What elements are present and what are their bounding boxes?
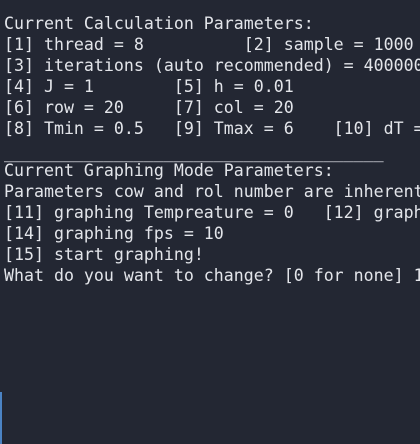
param-line-graphing-fps: [14] graphing fps = 10	[4, 224, 224, 243]
param-line-row-col: [6] row = 20 [7] col = 20	[4, 98, 294, 117]
window-edge-accent	[0, 392, 2, 444]
param-line-j-h: [4] J = 1 [5] h = 0.01	[4, 77, 294, 96]
graphing-note-line: Parameters cow and rol number are inhere…	[4, 182, 420, 201]
param-line-graphing-temperature: [11] graphing Tempreature = 0 [12] graph	[4, 203, 420, 222]
calc-params-heading: Current Calculation Parameters:	[4, 14, 314, 33]
input-prompt-line[interactable]: What do you want to change? [0 for none]…	[4, 265, 420, 286]
param-line-tmin-tmax-dt: [8] Tmin = 0.5 [9] Tmax = 6 [10] dT =	[4, 119, 420, 138]
terminal-window[interactable]: Current Calculation Parameters: [1] thre…	[0, 0, 420, 444]
param-line-thread-sample: [1] thread = 8 [2] sample = 1000	[4, 35, 414, 54]
param-line-iterations: [3] iterations (auto recommended) = 4000…	[4, 56, 420, 75]
graphing-params-heading: Current Graphing Mode Parameters:	[4, 161, 334, 180]
menu-line-start-graphing: [15] start graphing!	[4, 245, 204, 264]
